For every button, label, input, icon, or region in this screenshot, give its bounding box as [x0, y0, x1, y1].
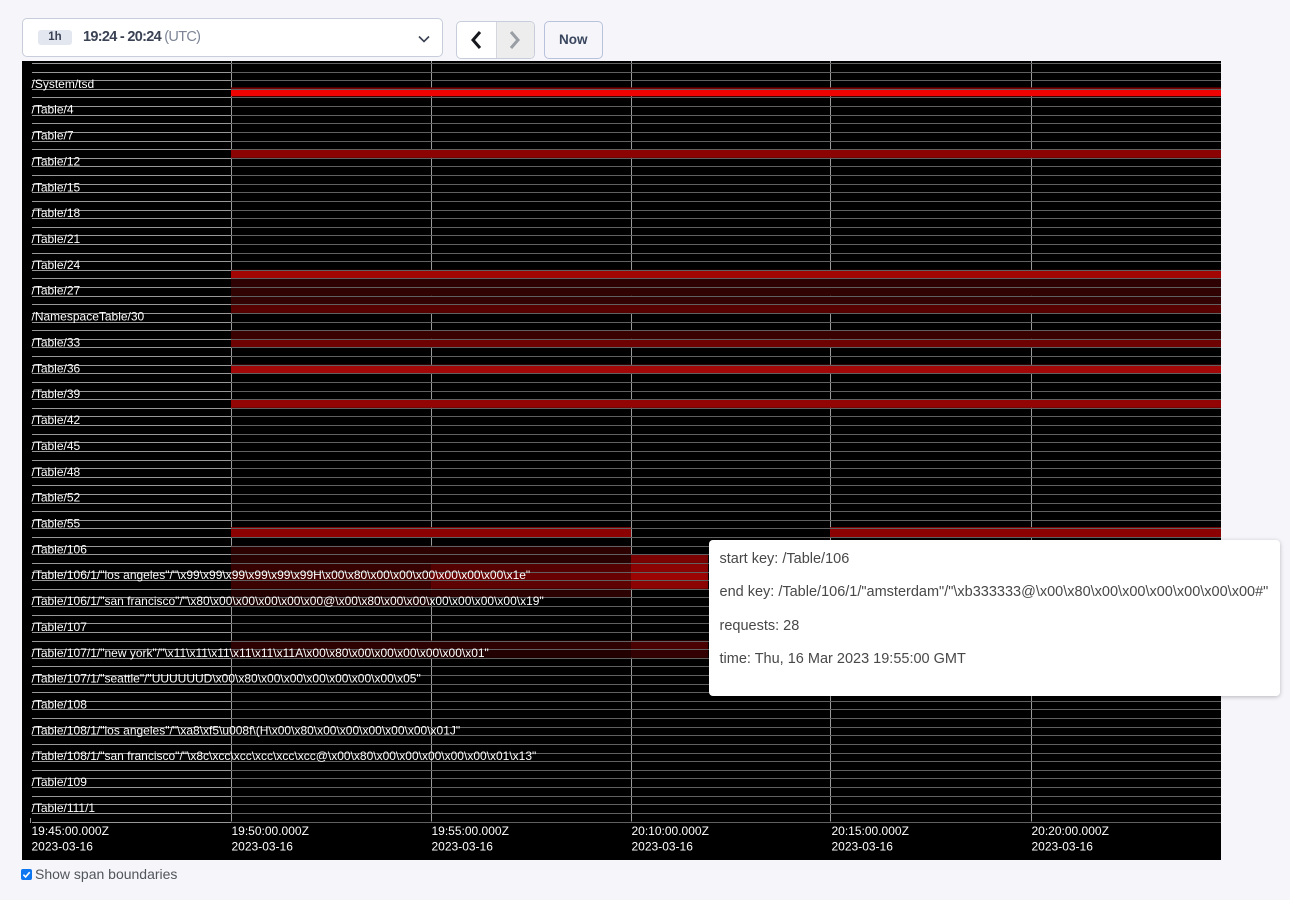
svg-text:/NamespaceTable/30: /NamespaceTable/30: [32, 310, 145, 324]
svg-text:/Table/106: /Table/106: [32, 542, 88, 556]
svg-text:/Table/7: /Table/7: [32, 129, 74, 143]
svg-text:/Table/52: /Table/52: [32, 491, 81, 505]
svg-text:/Table/27: /Table/27: [32, 284, 81, 298]
svg-text:/Table/4: /Table/4: [32, 103, 74, 117]
svg-text:2023-03-16: 2023-03-16: [832, 840, 894, 854]
svg-text:/Table/12: /Table/12: [32, 154, 81, 168]
svg-text:19:50:00.000Z: 19:50:00.000Z: [232, 824, 309, 838]
svg-text:/Table/107/1/"seattle"/"UUUUUU: /Table/107/1/"seattle"/"UUUUUUD\x00\x80\…: [32, 672, 421, 686]
svg-text:/Table/15: /Table/15: [32, 180, 81, 194]
svg-text:2023-03-16: 2023-03-16: [432, 840, 494, 854]
svg-text:20:10:00.000Z: 20:10:00.000Z: [632, 824, 709, 838]
svg-text:/Table/108/1/"los angeles"/"\x: /Table/108/1/"los angeles"/"\xa8\xf5\u00…: [32, 723, 461, 737]
svg-text:/Table/106/1/"san francisco"/": /Table/106/1/"san francisco"/"\x80\x00\x…: [32, 594, 544, 608]
svg-text:/Table/111/1: /Table/111/1: [32, 801, 96, 815]
svg-text:/Table/36: /Table/36: [32, 361, 81, 375]
svg-text:/System/tsd: /System/tsd: [32, 77, 95, 91]
svg-text:20:15:00.000Z: 20:15:00.000Z: [832, 824, 909, 838]
svg-text:/Table/106/1/"los angeles"/"\x: /Table/106/1/"los angeles"/"\x99\x99\x99…: [32, 568, 531, 582]
svg-text:/Table/107: /Table/107: [32, 620, 88, 634]
svg-text:/Table/21: /Table/21: [32, 232, 81, 246]
svg-text:/Table/48: /Table/48: [32, 465, 81, 479]
svg-text:2023-03-16: 2023-03-16: [632, 840, 694, 854]
svg-text:/Table/108/1/"san francisco"/": /Table/108/1/"san francisco"/"\x8c\xcc\x…: [32, 749, 537, 763]
svg-text:/Table/55: /Table/55: [32, 516, 81, 530]
svg-text:/Table/24: /Table/24: [32, 258, 81, 272]
svg-text:2023-03-16: 2023-03-16: [1032, 840, 1094, 854]
svg-text:2023-03-16: 2023-03-16: [232, 840, 294, 854]
svg-text:/Table/18: /Table/18: [32, 206, 81, 220]
svg-text:2023-03-16: 2023-03-16: [32, 840, 94, 854]
svg-text:19:55:00.000Z: 19:55:00.000Z: [432, 824, 509, 838]
svg-text:/Table/108: /Table/108: [32, 698, 88, 712]
svg-text:/Table/42: /Table/42: [32, 413, 81, 427]
svg-text:/Table/109: /Table/109: [32, 775, 88, 789]
svg-text:19:45:00.000Z: 19:45:00.000Z: [32, 824, 109, 838]
svg-text:/Table/45: /Table/45: [32, 439, 81, 453]
svg-text:/Table/39: /Table/39: [32, 387, 81, 401]
svg-text:/Table/107/1/"new york"/"\x11\: /Table/107/1/"new york"/"\x11\x11\x11\x1…: [32, 646, 489, 660]
svg-text:20:20:00.000Z: 20:20:00.000Z: [1032, 824, 1109, 838]
svg-text:/Table/33: /Table/33: [32, 335, 81, 349]
